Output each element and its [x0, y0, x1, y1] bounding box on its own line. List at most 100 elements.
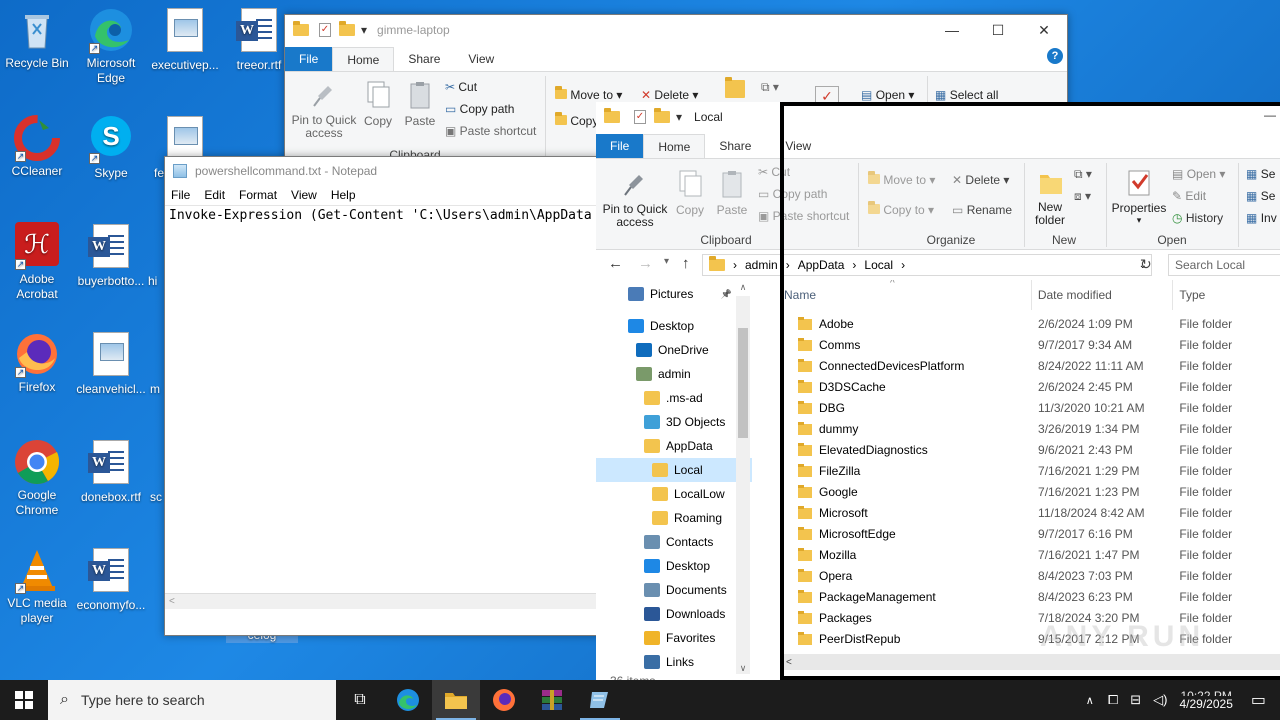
maximize-button[interactable]: ☐ — [975, 15, 1021, 45]
scroll-left-icon[interactable]: < — [169, 596, 175, 607]
tab-home[interactable]: Home — [332, 47, 395, 71]
open-button[interactable]: ▤ Open ▾ — [1172, 167, 1225, 181]
start-button[interactable] — [0, 680, 48, 720]
back-arrow-icon[interactable]: ← — [608, 255, 623, 272]
nav-item-documents[interactable]: Documents — [596, 578, 752, 602]
forward-arrow-icon[interactable]: → — [638, 255, 653, 272]
up-arrow-icon[interactable]: ↑ — [682, 255, 690, 272]
copy-to-button[interactable]: Copy to ▾ — [868, 201, 934, 217]
chevron-down-icon[interactable]: ▾ — [676, 110, 682, 124]
nav-item-ms-ad[interactable]: .ms-ad — [596, 386, 752, 410]
paste-shortcut-button[interactable]: ▣ Paste shortcut — [445, 124, 536, 138]
desktop-icon-buyerbotto[interactable]: W buyerbotto... — [74, 222, 148, 289]
delete-button[interactable]: ✕ Delete ▾ — [952, 173, 1009, 187]
taskbar-winrar[interactable] — [528, 680, 576, 720]
edit-button[interactable]: ✎ Edit — [1172, 189, 1206, 203]
copy-path-button[interactable]: ▭ Copy path — [445, 102, 514, 116]
file-row[interactable]: DBG 11/3/2020 10:21 AM File folder — [782, 398, 1280, 419]
cut-button[interactable]: ✂ Cut — [445, 80, 477, 94]
scroll-up-icon[interactable]: ∧ — [736, 282, 750, 293]
paste-button[interactable]: Paste — [714, 169, 750, 217]
properties-check-icon[interactable]: ✓ — [319, 23, 331, 37]
pin-quick-access-button[interactable]: Pin to Quick access — [600, 169, 670, 229]
taskbar-firefox[interactable] — [480, 680, 528, 720]
file-row[interactable]: dummy 3/26/2019 1:34 PM File folder — [782, 419, 1280, 440]
menu-help[interactable]: Help — [331, 188, 356, 202]
file-row[interactable]: Mozilla 7/16/2021 1:47 PM File folder — [782, 545, 1280, 566]
nav-item-local[interactable]: Local — [596, 458, 752, 482]
open-button[interactable]: ▤ Open ▾ — [861, 88, 914, 102]
column-type[interactable]: Type — [1173, 280, 1280, 310]
file-row[interactable]: FileZilla 7/16/2021 1:29 PM File folder — [782, 461, 1280, 482]
rename-button[interactable]: ▭ Rename — [952, 203, 1012, 217]
select-none-button[interactable]: ▦ Se — [1246, 189, 1275, 203]
menu-edit[interactable]: Edit — [204, 188, 225, 202]
paste-shortcut-button[interactable]: ▣ Paste shortcut — [758, 209, 849, 223]
file-row[interactable]: Opera 8/4/2023 7:03 PM File folder — [782, 566, 1280, 587]
search-input[interactable]: Search Local — [1168, 254, 1280, 276]
nav-item-contacts[interactable]: Contacts — [596, 530, 752, 554]
desktop-icon-chrome[interactable]: Google Chrome — [0, 438, 74, 518]
desktop-icon-ccleaner[interactable]: ↗ CCleaner — [0, 114, 74, 179]
nav-item-pictures[interactable]: Pictures 📌 — [596, 282, 752, 306]
file-row[interactable]: ConnectedDevicesPlatform 8/24/2022 11:11 … — [782, 356, 1280, 377]
file-row[interactable]: Comms 9/7/2017 9:34 AM File folder — [782, 335, 1280, 356]
nav-item-links[interactable]: Links — [596, 650, 752, 674]
desktop-icon-donebox[interactable]: W donebox.rtf — [74, 438, 148, 505]
cut-button[interactable]: ✂ Cut — [758, 165, 790, 179]
select-all-button[interactable]: ▦ Se — [1246, 167, 1275, 181]
tab-share[interactable]: Share — [394, 47, 454, 71]
file-row[interactable]: MicrosoftEdge 9/7/2017 6:16 PM File folder — [782, 524, 1280, 545]
new-item-button[interactable]: ⧉ ▾ — [761, 80, 779, 95]
desktop-icon-vlc[interactable]: ↗ VLC media player — [0, 546, 74, 626]
file-row[interactable]: Packages 7/18/2024 3:20 PM File folder — [782, 608, 1280, 629]
tab-view[interactable]: View — [454, 47, 508, 71]
new-item-button[interactable]: ⧉ ▾ — [1074, 167, 1092, 182]
nav-item-downloads[interactable]: Downloads — [596, 602, 752, 626]
explorer-window-local[interactable]: ✓ ▾ Local — File Home Share View ✂ Cut ▭… — [596, 102, 1280, 688]
volume-icon[interactable]: ◁) — [1153, 692, 1167, 708]
menu-format[interactable]: Format — [239, 188, 277, 202]
file-row[interactable]: D3DSCache 2/6/2024 2:45 PM File folder — [782, 377, 1280, 398]
nav-item-roaming[interactable]: Roaming — [596, 506, 752, 530]
task-view-button[interactable]: ⧉ — [336, 680, 384, 720]
copy-path-button[interactable]: ▭ Copy path — [758, 187, 827, 201]
clock[interactable]: 10:22 PM 4/29/2025 — [1179, 688, 1232, 712]
tab-file[interactable]: File — [285, 47, 333, 71]
tab-home[interactable]: Home — [643, 134, 706, 158]
minimize-button[interactable]: — — [1264, 108, 1276, 122]
tab-share[interactable]: Share — [705, 134, 765, 158]
taskbar-file-explorer[interactable] — [432, 680, 480, 720]
column-name[interactable]: Name — [782, 280, 1032, 310]
horizontal-scrollbar[interactable]: < — [165, 593, 603, 609]
properties-button[interactable]: Properties ▾ — [1110, 167, 1168, 226]
address-bar[interactable]: › admin › AppData › Local › ⌄ — [702, 254, 1152, 276]
scroll-down-icon[interactable]: ∨ — [736, 663, 750, 674]
title-bar[interactable]: powershellcommand.txt - Notepad — [165, 157, 603, 185]
pin-quick-access-button[interactable]: Pin to Quick access — [289, 80, 359, 140]
new-folder-button[interactable]: New folder — [1028, 167, 1072, 227]
column-date-modified[interactable]: Date modified — [1032, 280, 1174, 310]
properties-check-icon[interactable]: ✓ — [634, 110, 646, 124]
network-icon[interactable]: ⊟ — [1130, 692, 1141, 708]
tab-file[interactable]: File — [596, 134, 644, 158]
title-bar[interactable]: ✓ ▾ Local — — [596, 102, 1280, 132]
taskbar-notepad[interactable] — [576, 680, 624, 720]
horizontal-scrollbar[interactable]: < — [782, 654, 1280, 670]
nav-item-favorites[interactable]: Favorites — [596, 626, 752, 650]
breadcrumb-admin[interactable]: admin — [745, 258, 778, 272]
history-button[interactable]: ◷ History — [1172, 211, 1223, 225]
invert-selection-button[interactable]: ▦ Inv — [1246, 211, 1277, 225]
file-row[interactable]: PeerDistRepub 9/15/2017 2:12 PM File folde… — [782, 629, 1280, 650]
desktop-icon-recycle-bin[interactable]: Recycle Bin — [0, 6, 74, 71]
network-status-icon[interactable]: ⧠ — [1108, 692, 1118, 708]
move-to-button[interactable]: Move to ▾ — [555, 86, 622, 102]
help-icon[interactable]: ? — [1047, 48, 1063, 64]
desktop-icon-cleanvehicl[interactable]: cleanvehicl... — [74, 330, 148, 397]
file-row[interactable]: Adobe 2/6/2024 1:09 PM File folder — [782, 314, 1280, 335]
file-row[interactable]: Google 7/16/2021 1:23 PM File folder — [782, 482, 1280, 503]
minimize-button[interactable]: — — [929, 15, 975, 45]
recent-locations-icon[interactable]: ▾ — [664, 256, 669, 267]
delete-button[interactable]: ✕ Delete ▾ — [641, 88, 698, 102]
desktop-icon-economyfo[interactable]: W economyfo... — [74, 546, 148, 613]
